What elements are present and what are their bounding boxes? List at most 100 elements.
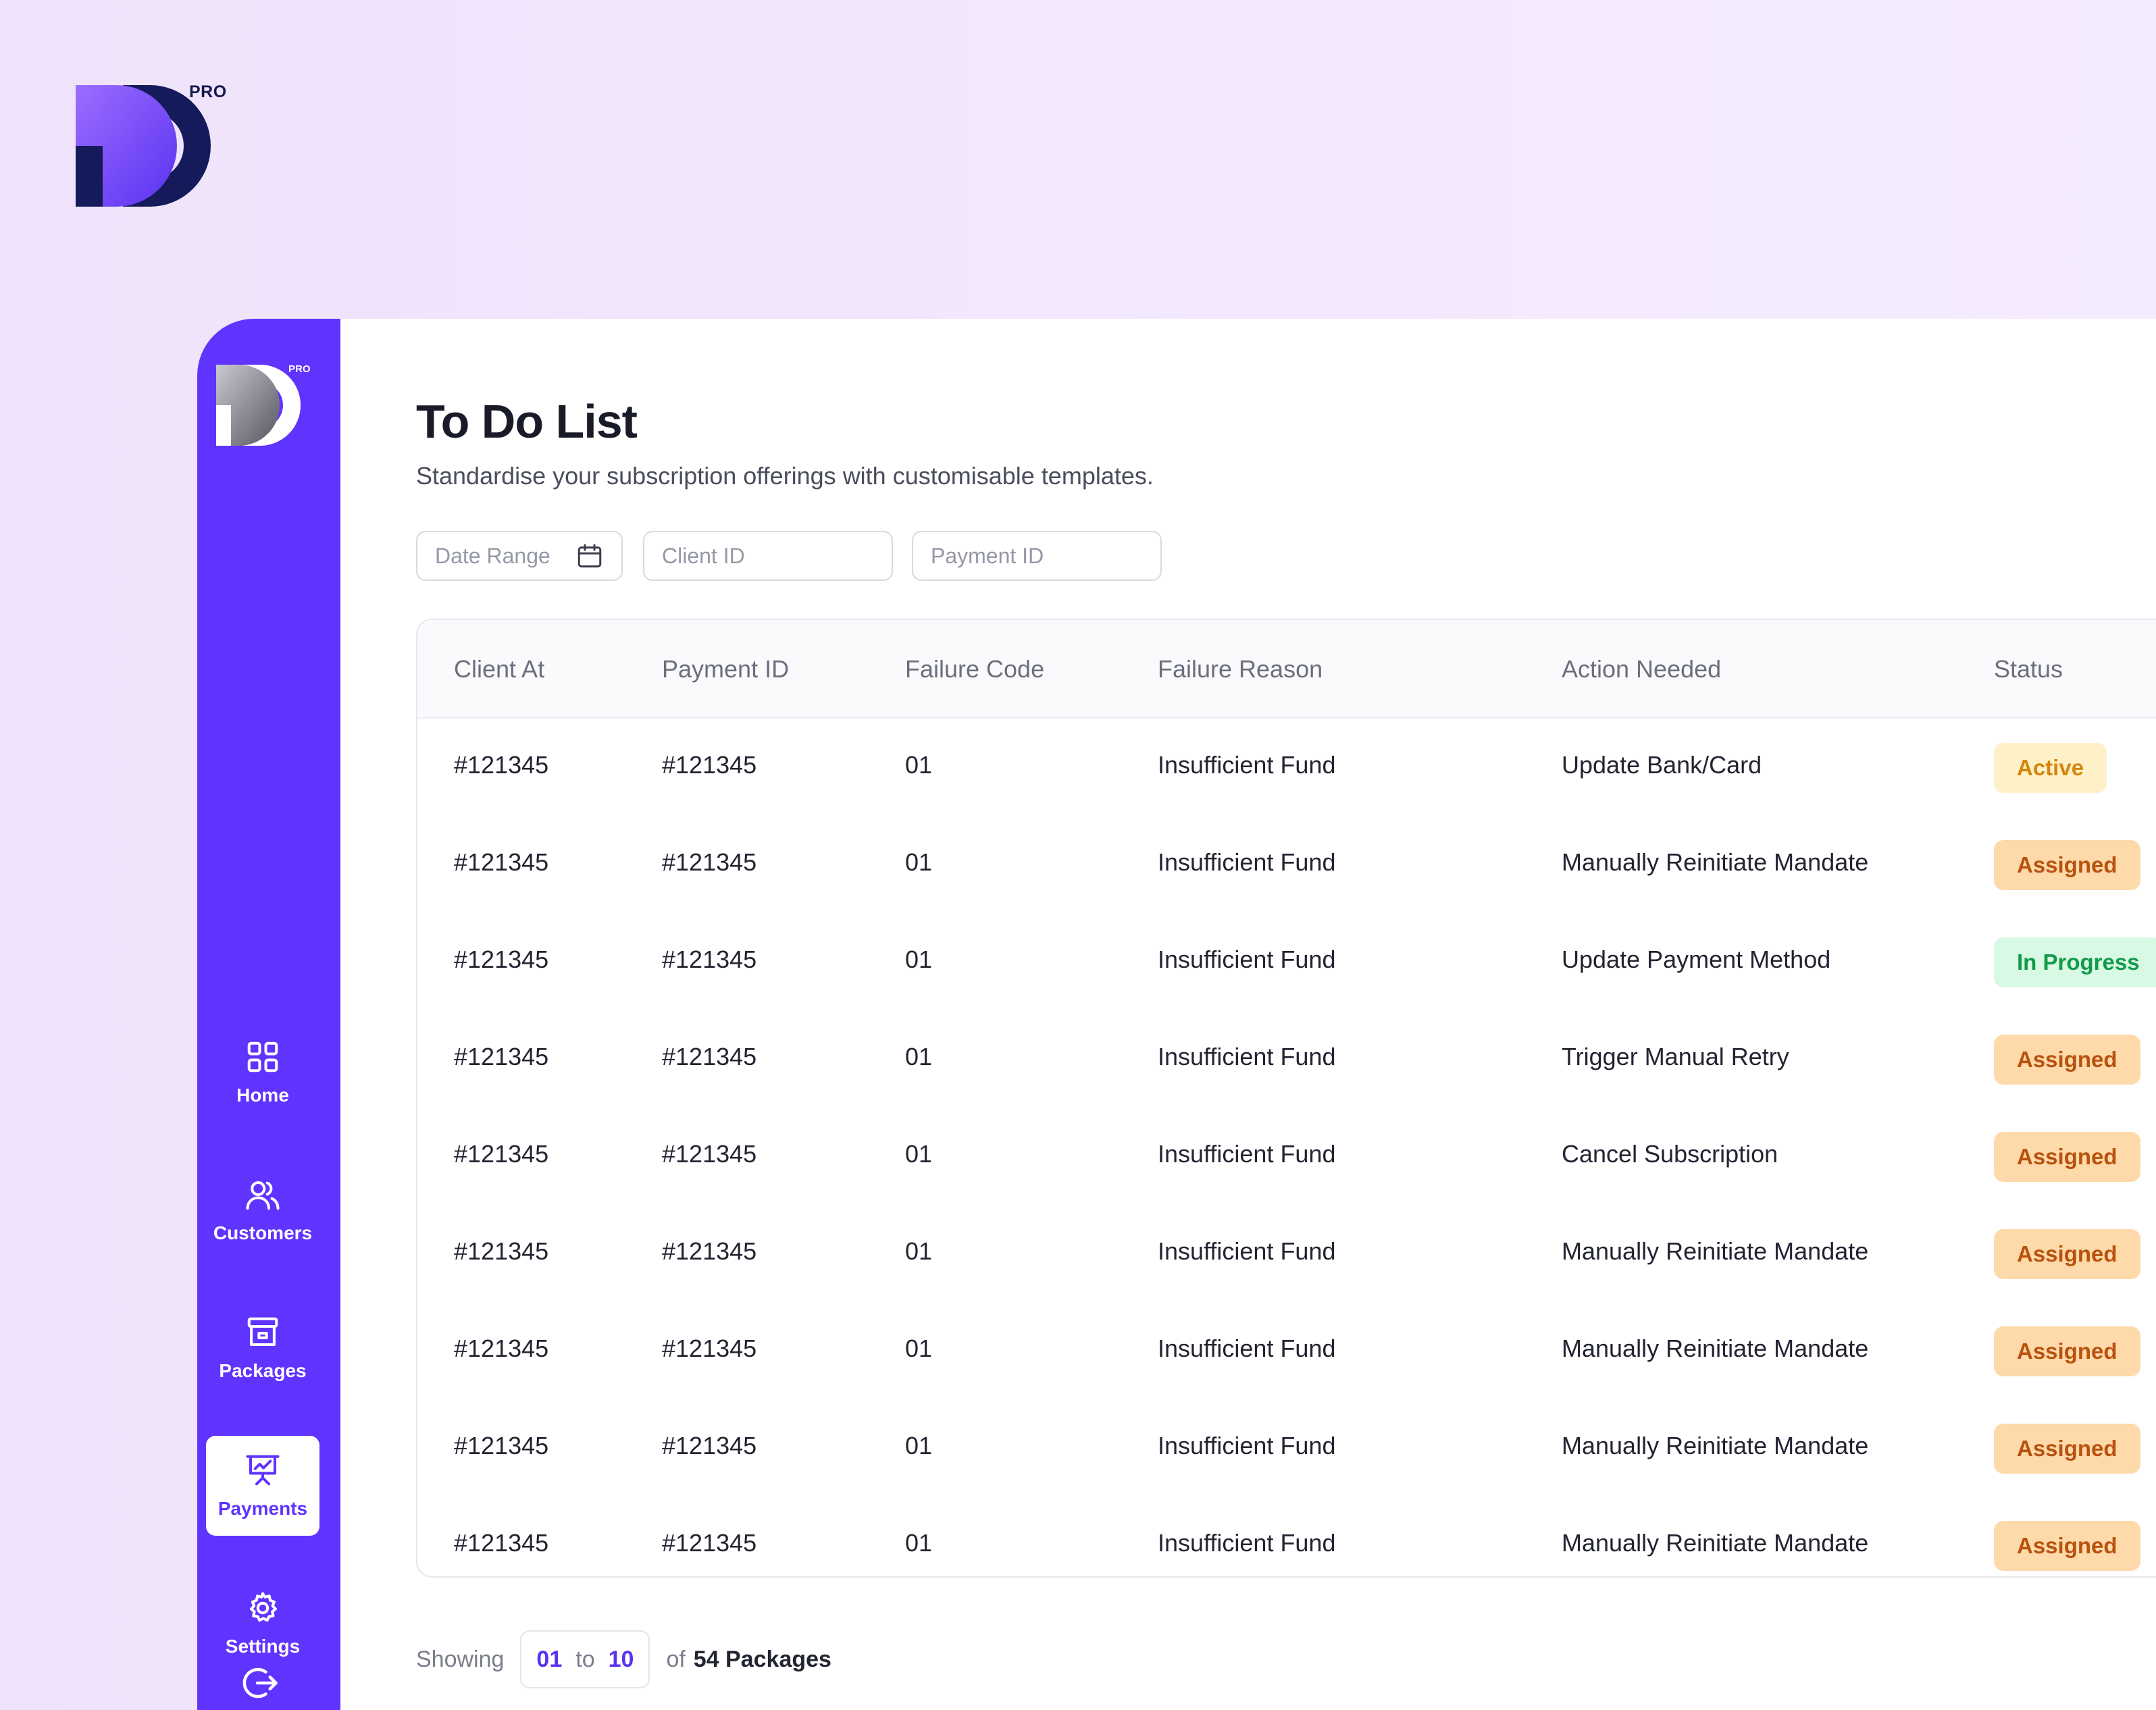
app-window: PRO Home Customers Packages Payments Set… xyxy=(197,319,2156,1710)
cell-client-at: #121345 xyxy=(454,751,549,779)
sidebar-item-payments[interactable]: Payments xyxy=(206,1436,319,1536)
cell-action-needed: Update Bank/Card xyxy=(1562,751,1762,779)
pagination-summary: Showing 01 to 10 of 54 Packages xyxy=(416,1629,831,1690)
sidebar-item-label: Customers xyxy=(213,1222,313,1243)
date-range-picker[interactable]: Date Range xyxy=(416,531,623,581)
cell-payment-id: #121345 xyxy=(662,1335,757,1362)
sidebar-item-label: Home xyxy=(236,1085,289,1106)
cell-client-at: #121345 xyxy=(454,1432,549,1459)
payment-id-input[interactable] xyxy=(912,531,1162,581)
table-row[interactable]: #121345 #121345 01 Insufficient Fund Man… xyxy=(417,1205,2156,1302)
of-label: of xyxy=(666,1646,686,1672)
cell-payment-id: #121345 xyxy=(662,1237,757,1265)
cell-failure-code: 01 xyxy=(905,945,933,973)
cell-client-at: #121345 xyxy=(454,1237,549,1265)
status-badge: Assigned xyxy=(1994,1521,2140,1571)
range-from: 01 xyxy=(536,1646,563,1672)
sidebar-item-packages[interactable]: Packages xyxy=(206,1298,319,1398)
cell-client-at: #121345 xyxy=(454,848,549,876)
cell-payment-id: #121345 xyxy=(662,1529,757,1557)
todo-table: Client At Payment ID Failure Code Failur… xyxy=(416,619,2156,1578)
sidebar-item-home[interactable]: Home xyxy=(206,1022,319,1122)
table-row[interactable]: #121345 #121345 01 Insufficient Fund Man… xyxy=(417,1399,2156,1497)
cell-payment-id: #121345 xyxy=(662,751,757,779)
table-header: Client At Payment ID Failure Code Failur… xyxy=(417,620,2156,719)
cell-failure-reason: Insufficient Fund xyxy=(1158,1237,1336,1265)
page-range-selector[interactable]: 01 to 10 xyxy=(520,1630,650,1688)
column-header-failure-reason[interactable]: Failure Reason xyxy=(1158,655,1323,683)
brand-logo xyxy=(76,85,231,207)
date-range-label: Date Range xyxy=(435,543,550,568)
status-badge: Assigned xyxy=(1994,1424,2140,1474)
cell-client-at: #121345 xyxy=(454,1529,549,1557)
table-row[interactable]: #121345 #121345 01 Insufficient Fund Upd… xyxy=(417,719,2156,816)
sidebar-item-label: Payments xyxy=(217,1498,308,1519)
table-row[interactable]: #121345 #121345 01 Insufficient Fund Can… xyxy=(417,1108,2156,1205)
column-header-client-at[interactable]: Client At xyxy=(454,655,544,683)
cell-action-needed: Manually Reinitiate Mandate xyxy=(1562,1432,1869,1459)
status-badge: Assigned xyxy=(1994,1035,2140,1085)
cell-failure-reason: Insufficient Fund xyxy=(1158,751,1336,779)
status-badge: Assigned xyxy=(1994,1229,2140,1279)
cell-action-needed: Update Payment Method xyxy=(1562,945,1831,973)
table-row[interactable]: #121345 #121345 01 Insufficient Fund Upd… xyxy=(417,913,2156,1010)
cell-action-needed: Manually Reinitiate Mandate xyxy=(1562,1237,1869,1265)
calendar-icon xyxy=(575,542,604,570)
sidebar-pro-badge: PRO xyxy=(288,363,311,375)
cell-action-needed: Manually Reinitiate Mandate xyxy=(1562,848,1869,876)
sidebar-item-label: Settings xyxy=(225,1636,301,1657)
logout-button[interactable] xyxy=(240,1663,281,1703)
cell-payment-id: #121345 xyxy=(662,945,757,973)
total-count: 54 Packages xyxy=(693,1646,831,1672)
cell-client-at: #121345 xyxy=(454,1335,549,1362)
cell-failure-code: 01 xyxy=(905,1529,933,1557)
cell-failure-code: 01 xyxy=(905,1140,933,1168)
status-badge: Assigned xyxy=(1994,1132,2140,1182)
cell-failure-reason: Insufficient Fund xyxy=(1158,848,1336,876)
cell-failure-code: 01 xyxy=(905,1237,933,1265)
status-badge: Assigned xyxy=(1994,1326,2140,1376)
client-id-input[interactable] xyxy=(643,531,893,581)
column-header-action-needed[interactable]: Action Needed xyxy=(1562,655,1721,683)
status-badge: Assigned xyxy=(1994,840,2140,890)
gear-icon xyxy=(245,1590,281,1626)
column-header-status[interactable]: Status xyxy=(1994,655,2063,683)
sidebar-logo xyxy=(216,365,304,446)
cell-failure-reason: Insufficient Fund xyxy=(1158,1335,1336,1362)
cell-client-at: #121345 xyxy=(454,945,549,973)
cell-action-needed: Manually Reinitiate Mandate xyxy=(1562,1529,1869,1557)
cell-payment-id: #121345 xyxy=(662,1432,757,1459)
cell-payment-id: #121345 xyxy=(662,848,757,876)
range-to-label: to xyxy=(575,1646,595,1672)
sidebar-item-label: Packages xyxy=(219,1360,307,1381)
column-header-failure-code[interactable]: Failure Code xyxy=(905,655,1044,683)
cell-payment-id: #121345 xyxy=(662,1140,757,1168)
table-row[interactable]: #121345 #121345 01 Insufficient Fund Man… xyxy=(417,816,2156,913)
archive-icon xyxy=(245,1314,281,1351)
cell-failure-reason: Insufficient Fund xyxy=(1158,1043,1336,1070)
cell-failure-reason: Insufficient Fund xyxy=(1158,945,1336,973)
table-row[interactable]: #121345 #121345 01 Insufficient Fund Tri… xyxy=(417,1010,2156,1108)
cell-failure-code: 01 xyxy=(905,1432,933,1459)
table-row[interactable]: #121345 #121345 01 Insufficient Fund Man… xyxy=(417,1497,2156,1576)
grid-icon xyxy=(245,1039,281,1075)
showing-label: Showing xyxy=(416,1646,505,1672)
cell-payment-id: #121345 xyxy=(662,1043,757,1070)
status-badge: In Progress xyxy=(1994,937,2156,987)
sidebar-item-customers[interactable]: Customers xyxy=(206,1160,319,1260)
table-row[interactable]: #121345 #121345 01 Insufficient Fund Man… xyxy=(417,1302,2156,1399)
cell-failure-reason: Insufficient Fund xyxy=(1158,1529,1336,1557)
sidebar-item-settings[interactable]: Settings xyxy=(206,1574,319,1674)
users-icon xyxy=(245,1176,281,1213)
main-content: To Do List Standardise your subscription… xyxy=(340,319,2156,1710)
range-to: 10 xyxy=(608,1646,634,1672)
cell-failure-code: 01 xyxy=(905,1043,933,1070)
cell-client-at: #121345 xyxy=(454,1140,549,1168)
column-header-payment-id[interactable]: Payment ID xyxy=(662,655,789,683)
page-subtitle: Standardise your subscription offerings … xyxy=(416,462,1154,490)
cell-failure-code: 01 xyxy=(905,848,933,876)
cell-action-needed: Trigger Manual Retry xyxy=(1562,1043,1789,1070)
logout-icon xyxy=(242,1667,278,1699)
cell-action-needed: Manually Reinitiate Mandate xyxy=(1562,1335,1869,1362)
cell-failure-reason: Insufficient Fund xyxy=(1158,1432,1336,1459)
